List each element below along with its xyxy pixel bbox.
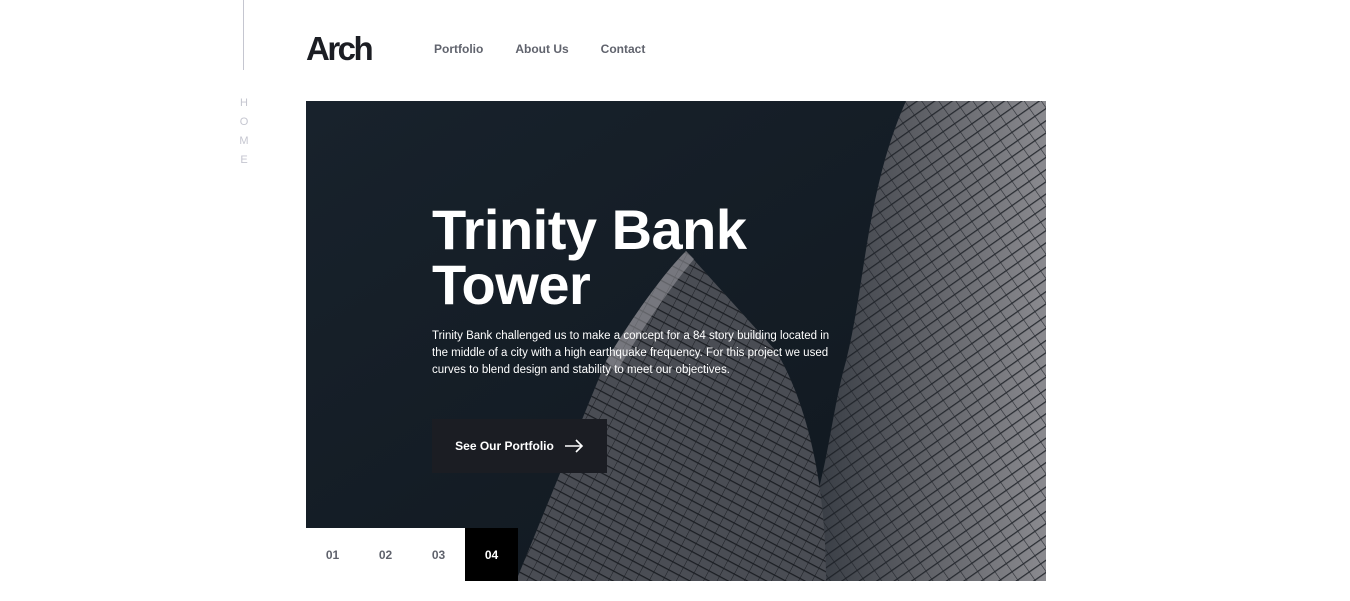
pager-button-01[interactable]: 01 — [306, 528, 359, 581]
see-portfolio-label: See Our Portfolio — [455, 439, 554, 453]
sidebar-label-letter: H — [240, 97, 248, 109]
hero-description: Trinity Bank challenged us to make a con… — [432, 330, 830, 376]
pager-button-03[interactable]: 03 — [412, 528, 465, 581]
sidebar-label-letter: E — [240, 154, 248, 166]
hero-section: Trinity Bank Tower Trinity Bank challeng… — [306, 101, 1046, 581]
page: H O M E Arch Portfolio About Us Contact — [0, 0, 1350, 601]
sidebar-label-letter: O — [239, 116, 249, 128]
hero-title: Trinity Bank Tower — [432, 198, 747, 316]
nav-link-contact[interactable]: Contact — [601, 41, 646, 57]
nav-link-about-us[interactable]: About Us — [515, 41, 568, 57]
see-portfolio-button[interactable]: See Our Portfolio — [432, 419, 607, 473]
nav-link-portfolio[interactable]: Portfolio — [434, 41, 483, 57]
pager-button-04[interactable]: 04 — [465, 528, 518, 581]
arrow-right-icon — [564, 439, 583, 453]
sidebar-label-letter: M — [239, 135, 249, 147]
sidebar-page-label: H O M E — [238, 97, 250, 167]
logo[interactable]: Arch — [306, 31, 374, 67]
sidebar-divider — [243, 0, 244, 70]
slide-pager: 01 02 03 04 — [306, 528, 518, 581]
main-nav: Portfolio About Us Contact — [434, 41, 645, 57]
pager-button-02[interactable]: 02 — [359, 528, 412, 581]
